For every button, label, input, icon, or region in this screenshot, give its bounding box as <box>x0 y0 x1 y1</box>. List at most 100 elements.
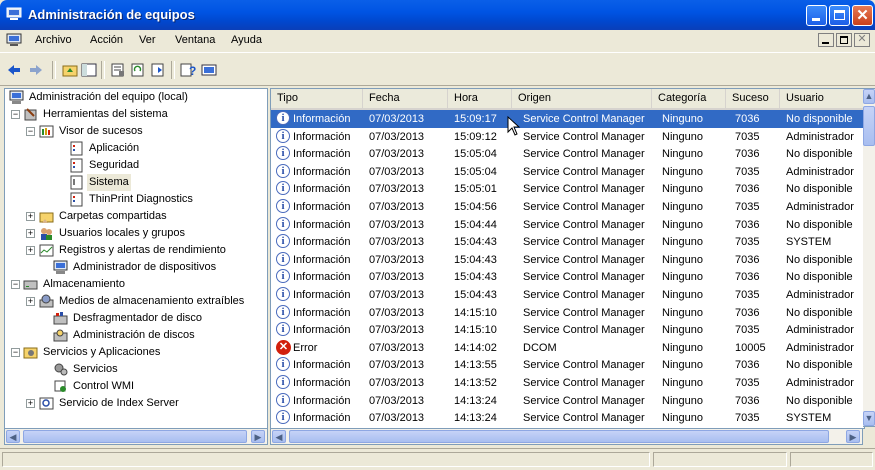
cell-usuario: No disponible <box>786 306 853 319</box>
chevron-right-icon: ▶ <box>254 432 262 442</box>
cell-fecha: 07/03/2013 <box>369 412 425 425</box>
menu-archivo[interactable]: Archivo <box>35 34 72 46</box>
collapse-toggle[interactable]: − <box>26 127 35 136</box>
title-bar[interactable]: Administración de equipos ✕ <box>0 0 875 30</box>
column-header-hora[interactable]: Hora <box>448 89 512 108</box>
cell-categoria: Ninguno <box>662 271 703 284</box>
menu-ver[interactable]: Ver <box>139 34 156 46</box>
info-icon: i <box>276 216 290 231</box>
table-row[interactable]: i Información 07/03/2013 14:15:10 Service Co… <box>271 304 864 322</box>
mdi-minimize-button[interactable] <box>818 33 834 47</box>
table-row[interactable]: i Información 07/03/2013 14:13:55 Service Co… <box>271 356 864 374</box>
table-row[interactable]: i Información 07/03/2013 14:15:10 Service Co… <box>271 321 864 339</box>
table-row[interactable]: i Información 07/03/2013 15:04:43 Service Co… <box>271 286 864 304</box>
cell-fecha: 07/03/2013 <box>369 165 425 178</box>
scroll-right-button[interactable]: ▶ <box>846 430 860 443</box>
up-folder-icon[interactable] <box>62 62 78 78</box>
maximize-button[interactable] <box>829 5 850 26</box>
column-header-suceso[interactable]: Suceso <box>726 89 780 108</box>
cell-usuario: Administrador <box>786 324 854 337</box>
tree-label: Administrador de dispositivos <box>73 261 217 273</box>
scroll-thumb[interactable] <box>23 430 247 443</box>
info-icon: i <box>276 269 290 284</box>
table-row[interactable]: i Información 07/03/2013 15:04:44 Service Co… <box>271 216 864 234</box>
tree-horizontal-scrollbar[interactable]: ◀ ▶ <box>4 428 268 445</box>
table-row[interactable]: i Información 07/03/2013 15:09:12 Service Co… <box>271 128 864 146</box>
expand-toggle[interactable]: + <box>26 212 35 221</box>
cell-hora: 14:13:55 <box>454 359 497 372</box>
cell-usuario: Administrador <box>786 130 854 143</box>
cell-hora: 14:13:24 <box>454 412 497 425</box>
scroll-thumb[interactable] <box>289 430 829 443</box>
scroll-left-button[interactable]: ◀ <box>6 430 20 443</box>
collapse-toggle[interactable]: − <box>11 280 20 289</box>
mdi-close-button[interactable]: ✕ <box>854 33 870 47</box>
cell-usuario: SYSTEM <box>786 412 832 425</box>
table-row[interactable]: i Información 07/03/2013 15:05:04 Service Co… <box>271 163 864 181</box>
table-row[interactable]: i Información 07/03/2013 14:13:24 Service Co… <box>271 409 864 427</box>
list-horizontal-scrollbar[interactable]: ◀ ▶ <box>270 428 863 445</box>
table-row[interactable]: i Información 07/03/2013 15:05:04 Service Co… <box>271 145 864 163</box>
table-row[interactable]: i Información 07/03/2013 14:13:52 Service Co… <box>271 374 864 392</box>
show-tree-icon[interactable] <box>81 62 97 78</box>
console-icon[interactable] <box>201 62 217 78</box>
expand-toggle[interactable]: + <box>26 246 35 255</box>
menu-ayuda[interactable]: Ayuda <box>231 34 262 46</box>
system-menu-icon[interactable] <box>6 33 22 47</box>
table-row[interactable]: i Información 07/03/2013 15:04:43 Service Co… <box>271 268 864 286</box>
close-button[interactable]: ✕ <box>852 5 873 26</box>
error-icon: ✕ <box>276 339 291 355</box>
expand-toggle[interactable]: + <box>26 229 35 238</box>
cell-categoria: Ninguno <box>662 130 703 143</box>
refresh-icon[interactable] <box>130 62 146 78</box>
table-row[interactable]: i Información 07/03/2013 15:09:17 Service Co… <box>271 110 864 128</box>
table-row[interactable]: i Información 07/03/2013 15:04:43 Service Co… <box>271 233 864 251</box>
cell-categoria: Ninguno <box>662 341 703 354</box>
table-row[interactable]: i Información 07/03/2013 15:04:56 Service Co… <box>271 198 864 216</box>
cell-categoria: Ninguno <box>662 324 703 337</box>
toolbar-separator <box>52 61 56 79</box>
collapse-toggle[interactable]: − <box>11 348 20 357</box>
cell-fecha: 07/03/2013 <box>369 306 425 319</box>
scroll-left-button[interactable]: ◀ <box>272 430 286 443</box>
minimize-button[interactable] <box>806 5 827 26</box>
properties-icon[interactable] <box>110 62 126 78</box>
cell-tipo: Información <box>293 394 351 407</box>
back-arrow-icon[interactable] <box>6 62 22 78</box>
forward-arrow-icon[interactable] <box>28 62 44 78</box>
table-row[interactable]: i Información 07/03/2013 15:05:01 Service Co… <box>271 180 864 198</box>
mdi-restore-button[interactable] <box>836 33 852 47</box>
cell-suceso: 10005 <box>735 341 766 354</box>
column-header-usuario[interactable]: Usuario <box>780 89 864 108</box>
expand-toggle[interactable]: + <box>26 297 35 306</box>
scroll-up-button[interactable]: ▲ <box>863 89 875 104</box>
log-icon <box>70 175 83 190</box>
column-header-tipo[interactable]: Tipo <box>271 89 363 108</box>
collapse-toggle[interactable]: − <box>11 110 20 119</box>
table-row[interactable]: i Información 07/03/2013 14:13:24 Service Co… <box>271 392 864 410</box>
column-header-categoria[interactable]: Categoría <box>652 89 726 108</box>
column-header-origen[interactable]: Origen <box>512 89 652 108</box>
cell-fecha: 07/03/2013 <box>369 359 425 372</box>
chevron-down-icon: ▼ <box>864 413 874 423</box>
menu-ventana[interactable]: Ventana <box>175 34 215 46</box>
cell-usuario: Administrador <box>786 201 854 213</box>
cell-categoria: Ninguno <box>662 113 703 125</box>
scroll-down-button[interactable]: ▼ <box>863 411 875 426</box>
column-header-fecha[interactable]: Fecha <box>363 89 448 108</box>
expand-toggle[interactable]: + <box>26 399 35 408</box>
scroll-right-button[interactable]: ▶ <box>251 430 265 443</box>
scroll-thumb[interactable] <box>863 106 875 146</box>
close-icon: ✕ <box>856 7 869 24</box>
help-icon[interactable]: ? <box>180 62 196 78</box>
cell-tipo: Información <box>293 253 351 266</box>
tree-label: Administración de discos <box>73 329 195 341</box>
cell-suceso: 7036 <box>735 253 760 266</box>
export-icon[interactable] <box>150 62 166 78</box>
table-row[interactable]: ✕ Error 07/03/2013 14:14:02 DCOM Ninguno 10005… <box>271 339 864 357</box>
list-vertical-scrollbar[interactable]: ▲ ▼ <box>863 88 875 427</box>
tree-label: Medios de almacenamiento extraíbles <box>59 295 245 307</box>
menu-accion[interactable]: Acción <box>90 34 123 46</box>
table-row[interactable]: i Información 07/03/2013 15:04:43 Service Co… <box>271 251 864 269</box>
info-icon: i <box>276 410 290 425</box>
